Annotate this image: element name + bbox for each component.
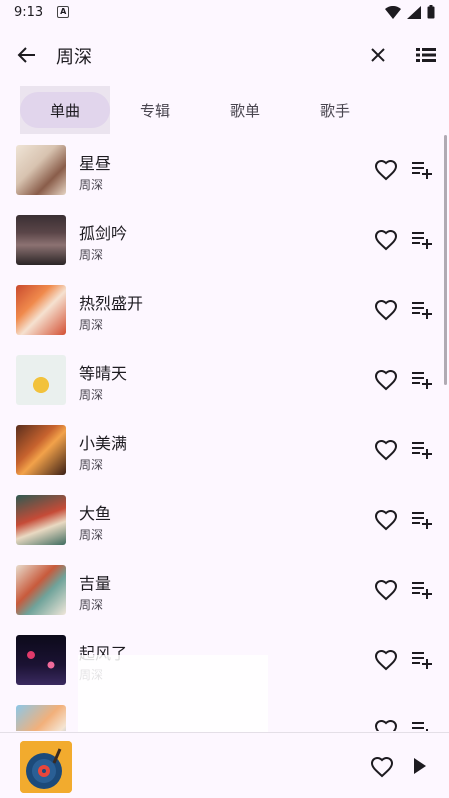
status-time: 9:13 <box>14 4 44 20</box>
album-cover <box>16 495 66 545</box>
cell-signal-icon <box>407 5 421 19</box>
song-list: 星昼 周深 孤剑吟 周深 热烈盛开 周深 等晴天 周深 小美满 周深 大鱼 周深 <box>0 135 449 731</box>
heart-icon[interactable] <box>370 755 394 779</box>
song-row[interactable]: 热烈盛开 周深 <box>0 275 449 345</box>
category-tabs: 单曲 专辑 歌单 歌手 <box>20 86 429 134</box>
album-cover <box>16 355 66 405</box>
add-to-playlist-icon[interactable] <box>411 440 433 460</box>
heart-icon[interactable] <box>374 228 398 252</box>
back-button[interactable] <box>14 42 40 68</box>
arrow-back-icon <box>17 47 35 63</box>
song-artist: 周深 <box>79 458 104 472</box>
song-row[interactable]: 大鱼 周深 <box>0 485 449 555</box>
song-title: 等晴天 <box>79 364 128 383</box>
add-to-playlist-icon[interactable] <box>411 370 433 390</box>
song-title: 吉量 <box>79 574 112 593</box>
player-album-art <box>20 741 72 793</box>
album-cover <box>16 635 66 685</box>
song-title: 孤剑吟 <box>79 224 128 243</box>
close-icon <box>371 48 385 62</box>
add-to-playlist-icon[interactable] <box>411 580 433 600</box>
list-icon <box>416 48 436 62</box>
song-row[interactable]: 小美满 周深 <box>0 415 449 485</box>
song-row[interactable]: 星昼 周深 <box>0 135 449 205</box>
search-bar: 周深 <box>0 30 449 80</box>
song-title: 小美满 <box>79 434 128 453</box>
tab-playlists[interactable]: 歌单 <box>200 92 290 128</box>
album-cover <box>16 565 66 615</box>
vinyl-disc-icon <box>20 741 72 793</box>
album-cover <box>16 145 66 195</box>
album-cover <box>16 425 66 475</box>
clear-button[interactable] <box>366 43 390 67</box>
status-bar: 9:13 A <box>0 0 449 24</box>
song-title: 热烈盛开 <box>79 294 144 313</box>
song-row[interactable]: 等晴天 周深 <box>0 345 449 415</box>
heart-icon[interactable] <box>374 158 398 182</box>
song-artist: 周深 <box>79 178 104 192</box>
album-cover <box>16 705 66 731</box>
search-input[interactable]: 周深 <box>56 43 92 69</box>
heart-icon[interactable] <box>374 718 398 731</box>
heart-icon[interactable] <box>374 298 398 322</box>
add-to-playlist-icon[interactable] <box>411 160 433 180</box>
heart-icon[interactable] <box>374 578 398 602</box>
album-cover <box>16 215 66 265</box>
add-to-playlist-icon[interactable] <box>411 720 433 731</box>
add-to-playlist-icon[interactable] <box>411 510 433 530</box>
add-to-playlist-icon[interactable] <box>411 230 433 250</box>
heart-icon[interactable] <box>374 648 398 672</box>
song-artist: 周深 <box>79 528 104 542</box>
tab-singles[interactable]: 单曲 <box>20 92 110 128</box>
scrollbar[interactable] <box>444 135 447 385</box>
song-row[interactable]: 孤剑吟 周深 <box>0 205 449 275</box>
song-artist: 周深 <box>79 388 104 402</box>
wifi-icon <box>385 5 401 19</box>
add-to-playlist-icon[interactable] <box>411 650 433 670</box>
song-artist: 周深 <box>79 248 104 262</box>
song-title: 星昼 <box>79 154 112 173</box>
tab-artists[interactable]: 歌手 <box>290 92 380 128</box>
song-artist: 周深 <box>79 598 104 612</box>
song-row[interactable]: 吉量 周深 <box>0 555 449 625</box>
notification-icon: A <box>57 6 70 18</box>
heart-icon[interactable] <box>374 508 398 532</box>
list-view-button[interactable] <box>414 43 438 67</box>
album-cover <box>16 285 66 335</box>
add-to-playlist-icon[interactable] <box>411 300 433 320</box>
mini-player[interactable] <box>0 732 449 798</box>
heart-icon[interactable] <box>374 368 398 392</box>
song-title: 大鱼 <box>79 504 112 523</box>
status-icons <box>385 5 435 19</box>
song-artist: 周深 <box>79 318 104 332</box>
play-icon[interactable] <box>408 755 430 777</box>
heart-icon[interactable] <box>374 438 398 462</box>
tab-albums[interactable]: 专辑 <box>110 92 200 128</box>
battery-icon <box>427 5 435 19</box>
